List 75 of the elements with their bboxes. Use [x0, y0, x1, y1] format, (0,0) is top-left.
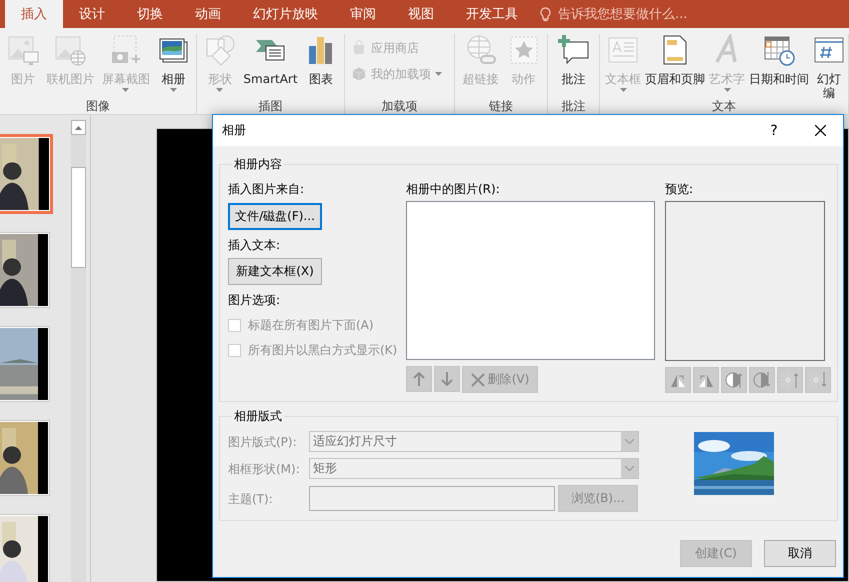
cube-icon	[351, 66, 367, 82]
shopping-bag-icon	[351, 40, 367, 56]
slide-thumbnail[interactable]	[0, 232, 50, 308]
field-label: 预览:	[665, 181, 694, 197]
field-label: 图片版式(P):	[228, 434, 298, 450]
contrast-up-icon	[725, 371, 743, 389]
ribbon-tab[interactable]: 审阅	[334, 0, 392, 28]
group-title: 相册内容	[233, 156, 283, 173]
scrollbar-thumb[interactable]	[71, 167, 86, 268]
group-label: 插图	[258, 100, 284, 114]
slide-thumbnail[interactable]	[0, 134, 53, 214]
ribbon-tab[interactable]: 动画	[179, 0, 237, 28]
file-disk-button[interactable]: 文件/磁盘(F)...	[228, 203, 322, 230]
arrow-down-icon	[441, 372, 453, 386]
field-label: 插入图片来自:	[228, 181, 304, 197]
group-label: 加载项	[380, 100, 418, 114]
group-label: 文本	[711, 100, 737, 114]
ribbon-tab[interactable]: 设计	[63, 0, 121, 28]
new-text-box-button[interactable]: 新建文本框(X)	[228, 258, 322, 285]
checkbox-label: 所有图片以黑白方式显示(K)	[248, 342, 398, 358]
calendar-icon	[763, 34, 795, 66]
triangle-up-icon	[75, 126, 82, 130]
globe-picture-icon	[54, 34, 86, 66]
slide-thumbnail[interactable]	[0, 514, 50, 582]
caret-icon	[122, 88, 130, 92]
ribbon-button[interactable]: SmartArt	[241, 34, 300, 86]
group-label: 链接	[488, 100, 514, 114]
caret-icon	[620, 88, 626, 92]
brightness-down-icon	[809, 371, 827, 389]
camera-icon	[110, 34, 142, 66]
group-label: 批注	[560, 100, 586, 114]
scrollbar[interactable]	[71, 120, 86, 582]
help-button[interactable]: ?	[751, 115, 797, 146]
ribbon-button[interactable]: 图表	[303, 34, 340, 86]
field-label: 插入文本:	[228, 237, 280, 253]
checkbox-label: 标题在所有图片下面(A)	[248, 317, 374, 333]
close-icon	[470, 372, 485, 386]
group-title: 相册版式	[233, 408, 283, 425]
brightness-up-icon	[781, 371, 799, 389]
picture-list[interactable]	[406, 201, 655, 360]
ribbon-button[interactable]: 幻灯 编	[811, 34, 847, 100]
caret-icon	[170, 88, 177, 92]
group-label: 图像	[85, 100, 111, 114]
contrast-down-icon	[753, 371, 771, 389]
close-icon	[814, 125, 826, 136]
comment-icon	[558, 34, 590, 66]
picture-icon	[6, 34, 39, 66]
chevron-down-icon	[625, 466, 634, 471]
dialog-title: 相册	[222, 122, 247, 139]
slide-thumbnail[interactable]	[0, 420, 50, 496]
globe-link-icon	[464, 34, 496, 66]
tell-me-field[interactable]: 告诉我您想要做什么...	[556, 6, 730, 22]
chevron-down-icon	[625, 439, 634, 444]
field-label: 相册中的图片(R):	[406, 181, 500, 197]
ribbon-button[interactable]: 批注	[556, 34, 592, 86]
caret-icon	[435, 72, 442, 76]
lightbulb-icon	[540, 6, 551, 22]
ribbon-button[interactable]: 相册	[155, 34, 192, 92]
caret-icon	[216, 88, 224, 92]
ribbon-tab[interactable]: 视图	[392, 0, 450, 28]
field-label: 主题(T):	[228, 490, 274, 506]
arrow-up-icon	[413, 372, 425, 386]
ribbon-tab[interactable]: 插入	[5, 0, 63, 28]
ribbon-tab[interactable]: 切换	[121, 0, 179, 28]
ribbon-button[interactable]: 页眉和页脚	[643, 34, 707, 86]
ribbon-tab[interactable]: 幻灯片放映	[237, 0, 334, 28]
ribbon-button[interactable]: 日期和时间	[747, 34, 811, 86]
caret-icon	[724, 88, 730, 92]
shapes-icon	[204, 34, 236, 66]
slide-thumbnail[interactable]	[0, 326, 50, 402]
scroll-up-button[interactable]	[71, 120, 86, 135]
field-label: 图片选项:	[228, 292, 280, 308]
ribbon-tab[interactable]: 开发工具	[450, 0, 534, 28]
field-label: 相框形状(M):	[228, 460, 301, 476]
dialog-button[interactable]: 取消	[764, 540, 836, 567]
